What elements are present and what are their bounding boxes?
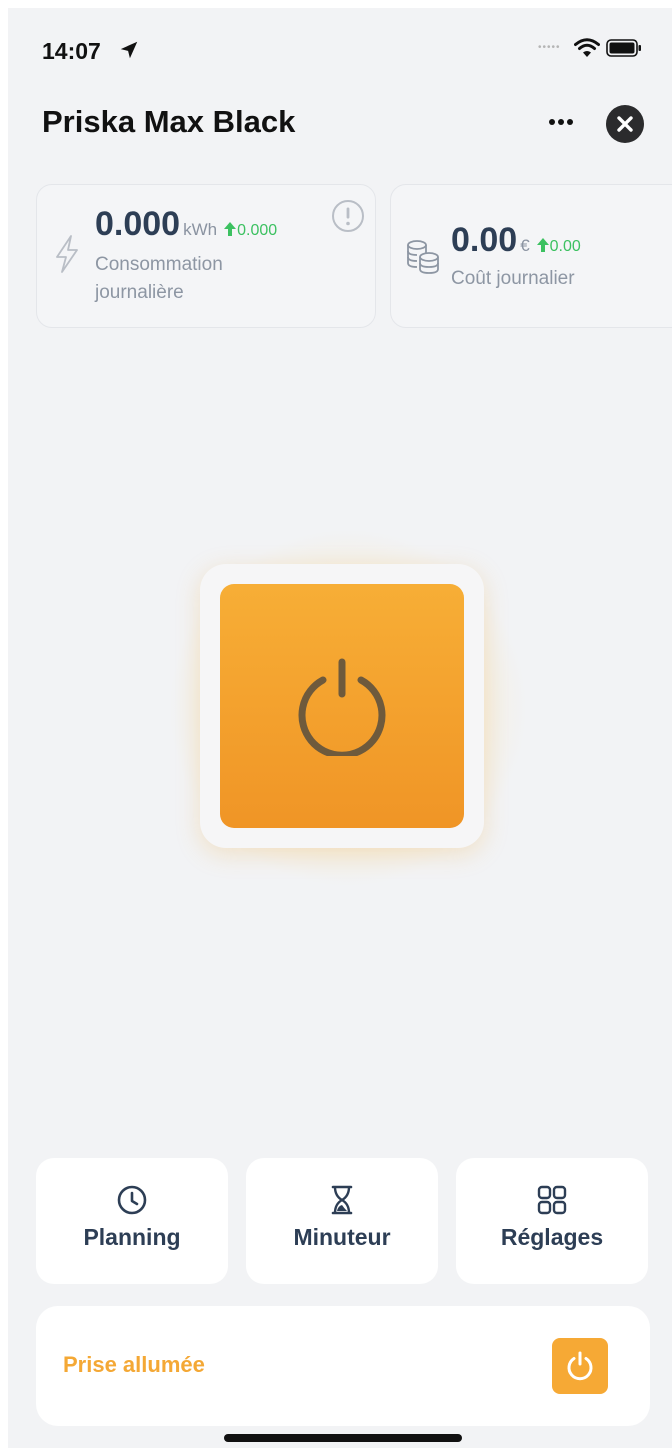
energy-unit: kWh xyxy=(183,220,218,239)
power-icon xyxy=(298,658,386,756)
energy-stat-card[interactable]: 0.000 kWh 0.000 Consommation journalière xyxy=(36,184,376,328)
energy-value: 0.000 xyxy=(95,205,181,243)
grid-icon xyxy=(537,1185,567,1215)
page-title: Priska Max Black xyxy=(42,104,296,139)
close-button[interactable] xyxy=(606,105,644,143)
location-arrow-icon xyxy=(120,41,138,59)
energy-label: Consommation journalière xyxy=(95,254,223,303)
quick-power-button[interactable] xyxy=(552,1338,608,1394)
cost-value-row: 0.00 €0.00 xyxy=(451,221,581,260)
cost-stat-card[interactable]: 0.00 €0.00 Coût journalier xyxy=(390,184,672,328)
hourglass-icon xyxy=(331,1185,353,1215)
cellular-signal-icon: ••••• xyxy=(538,42,561,53)
coins-icon xyxy=(407,240,439,274)
cost-trend: 0.00 xyxy=(536,238,581,255)
timer-label: Minuteur xyxy=(293,1224,391,1250)
cost-label: Coût journalier xyxy=(451,268,575,289)
settings-label: Réglages xyxy=(500,1224,604,1250)
power-control-frame xyxy=(200,564,484,848)
close-icon xyxy=(617,116,633,132)
settings-button[interactable]: Réglages xyxy=(456,1158,648,1284)
cost-unit: € xyxy=(520,236,530,255)
cost-trend-value: 0.00 xyxy=(549,238,581,255)
lightning-bolt-icon xyxy=(56,235,78,273)
main-power-button[interactable] xyxy=(220,584,464,828)
arrow-up-icon xyxy=(224,222,237,236)
app-screen: 14:07 ••••• Priska Max Black 0.000 kWh 0… xyxy=(8,8,672,1448)
energy-trend-value: 0.000 xyxy=(237,222,278,239)
battery-icon xyxy=(606,39,641,57)
info-icon[interactable] xyxy=(331,199,365,233)
plug-status-card: Prise allumée xyxy=(36,1306,650,1426)
wifi-icon xyxy=(574,38,600,57)
status-bar: 14:07 ••••• xyxy=(8,8,672,88)
energy-value-row: 0.000 kWh 0.000 xyxy=(95,205,277,244)
planning-button[interactable]: Planning xyxy=(36,1158,228,1284)
arrow-up-icon xyxy=(536,238,549,252)
timer-button[interactable]: Minuteur xyxy=(246,1158,438,1284)
more-options-icon[interactable] xyxy=(540,104,582,140)
cost-value: 0.00 xyxy=(451,221,518,259)
power-icon xyxy=(567,1351,593,1381)
plug-status-text: Prise allumée xyxy=(63,1352,205,1377)
home-indicator[interactable] xyxy=(224,1434,462,1442)
energy-trend: 0.000 xyxy=(223,222,277,239)
clock-icon xyxy=(117,1185,147,1215)
planning-label: Planning xyxy=(83,1224,181,1250)
status-time: 14:07 xyxy=(42,38,101,64)
